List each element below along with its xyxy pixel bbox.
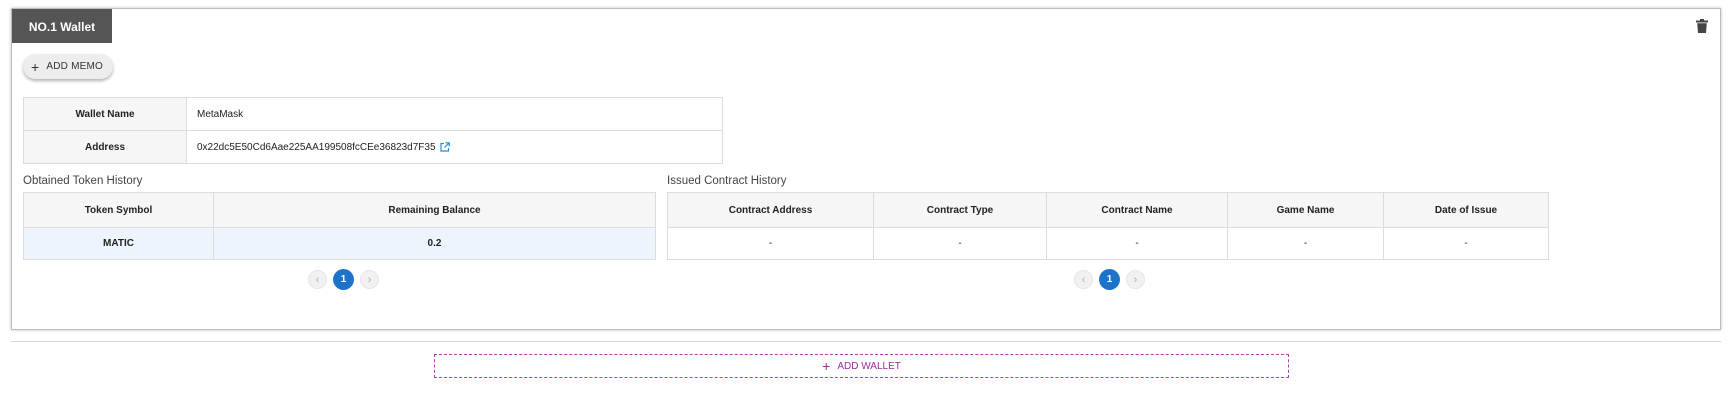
issued-contract-table: Contract Address Contract Type Contract … <box>667 192 1549 260</box>
address-cell: 0x22dc5E50Cd6Aae225AA199508fcCEe36823d7F… <box>186 130 723 164</box>
table-row[interactable]: MATIC 0.2 <box>23 227 656 260</box>
chevron-right-icon[interactable]: › <box>1126 270 1145 289</box>
divider <box>11 341 1721 342</box>
obtained-token-table: Token Symbol Remaining Balance MATIC 0.2 <box>23 192 656 260</box>
column-header: Contract Type <box>873 192 1047 228</box>
add-memo-button[interactable]: + ADD MEMO <box>23 54 113 79</box>
plus-icon: + <box>822 358 831 374</box>
trash-icon[interactable] <box>1696 19 1708 33</box>
address-row: Address 0x22dc5E50Cd6Aae225AA199508fcCEe… <box>23 130 723 164</box>
table-cell: - <box>1046 227 1228 260</box>
page-button-current[interactable]: 1 <box>1099 269 1120 290</box>
page-button-current[interactable]: 1 <box>333 269 354 290</box>
external-link-icon[interactable] <box>440 142 451 152</box>
table-header-row: Contract Address Contract Type Contract … <box>667 192 1549 228</box>
column-header: Token Symbol <box>23 192 214 228</box>
column-header: Date of Issue <box>1383 192 1549 228</box>
column-header: Contract Name <box>1046 192 1228 228</box>
wallet-info-table: Wallet Name MetaMask Address 0x22dc5E50C… <box>23 97 723 164</box>
add-memo-label: ADD MEMO <box>46 61 103 72</box>
table-cell: - <box>1227 227 1384 260</box>
table-cell: - <box>873 227 1047 260</box>
column-header: Remaining Balance <box>213 192 656 228</box>
wallet-tab: NO.1 Wallet <box>12 9 112 43</box>
wallet-tab-label: NO.1 Wallet <box>28 20 96 34</box>
table-cell: 0.2 <box>213 227 656 260</box>
wallet-name-row: Wallet Name MetaMask <box>23 97 723 131</box>
table-header-row: Token Symbol Remaining Balance <box>23 192 656 228</box>
obtained-token-history-title: Obtained Token History <box>23 175 143 187</box>
wallet-name-label: Wallet Name <box>23 97 187 131</box>
wallet-name-value: MetaMask <box>186 97 723 131</box>
chevron-left-icon[interactable]: ‹ <box>308 270 327 289</box>
table-cell: MATIC <box>23 227 214 260</box>
token-pagination: ‹ 1 › <box>308 269 379 290</box>
chevron-left-icon[interactable]: ‹ <box>1074 270 1093 289</box>
add-wallet-label: ADD WALLET <box>837 360 901 372</box>
chevron-right-icon[interactable]: › <box>360 270 379 289</box>
plus-icon: + <box>31 58 40 75</box>
table-cell: - <box>667 227 874 260</box>
column-header: Game Name <box>1227 192 1384 228</box>
address-label: Address <box>23 130 187 164</box>
add-wallet-button[interactable]: + ADD WALLET <box>434 354 1289 378</box>
address-value[interactable]: 0x22dc5E50Cd6Aae225AA199508fcCEe36823d7F… <box>197 142 436 153</box>
column-header: Contract Address <box>667 192 874 228</box>
table-cell: - <box>1383 227 1549 260</box>
wallet-card: NO.1 Wallet + ADD MEMO Wallet Name MetaM… <box>11 8 1721 330</box>
issued-contract-history-title: Issued Contract History <box>667 175 787 187</box>
table-row[interactable]: - - - - - <box>667 227 1549 260</box>
contract-pagination: ‹ 1 › <box>1074 269 1145 290</box>
